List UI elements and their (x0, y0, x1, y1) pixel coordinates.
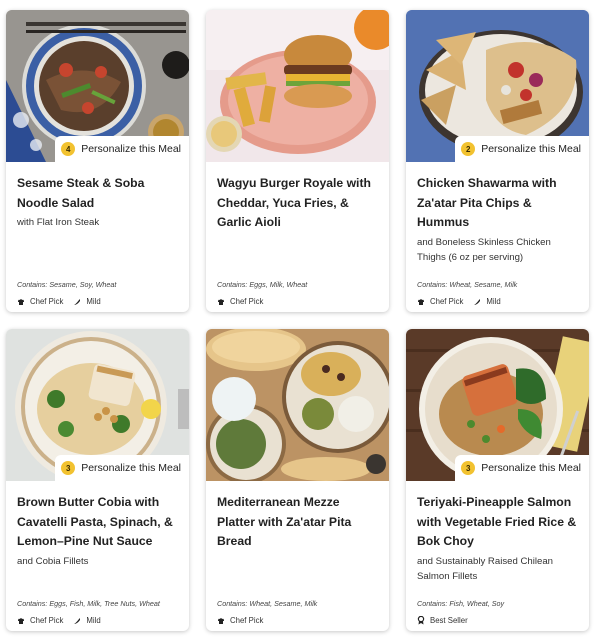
meal-card-mediterranean-mezze[interactable]: Mediterranean Mezze Platter with Za'atar… (206, 329, 389, 631)
allergen-info: Contains: Wheat, Sesame, Milk (217, 599, 318, 608)
chili-icon (74, 298, 81, 305)
meal-subtitle: with Flat Iron Steak (17, 217, 100, 228)
allergen-info: Contains: Sesame, Soy, Wheat (17, 280, 117, 289)
personalize-count-badge: 2 (461, 142, 476, 156)
tag-label: Mild (86, 297, 101, 306)
allergen-info: Contains: Eggs, Fish, Milk, Tree Nuts, W… (17, 599, 160, 608)
personalize-label: Personalize this Meal (81, 143, 181, 155)
meal-title[interactable]: Chicken Shawarma with Za'atar Pita Chips… (417, 174, 579, 265)
meal-title[interactable]: Brown Butter Cobia with Cavatelli Pasta,… (17, 493, 179, 569)
chili-icon (74, 617, 81, 624)
chef-hat-icon (218, 617, 224, 624)
tag-label: Chef Pick (230, 616, 264, 625)
chef-hat-icon (18, 617, 24, 624)
personalize-meal-button[interactable]: 3 Personalize this Meal (55, 455, 189, 481)
meal-photo (206, 329, 389, 481)
meal-title-text: Chicken Shawarma with Za'atar Pita Chips… (417, 176, 557, 229)
meal-title-text: Brown Butter Cobia with Cavatelli Pasta,… (17, 495, 173, 548)
meal-title[interactable]: Sesame Steak & Soba Noodle Salad with Fl… (17, 174, 179, 230)
meal-title[interactable]: Wagyu Burger Royale with Cheddar, Yuca F… (217, 174, 379, 233)
meal-title-text: Mediterranean Mezze Platter with Za'atar… (217, 495, 352, 548)
meal-card-chicken-shawarma[interactable]: 2 Personalize this Meal Chicken Shawarma… (406, 10, 589, 312)
tag-chef-pick: Chef Pick (217, 297, 263, 306)
ribbon-icon (417, 616, 425, 625)
tag-label: Chef Pick (30, 616, 64, 625)
meal-title[interactable]: Mediterranean Mezze Platter with Za'atar… (217, 493, 379, 552)
meal-card-brown-butter-cobia[interactable]: 3 Personalize this Meal Brown Butter Cob… (6, 329, 189, 631)
allergen-info: Contains: Eggs, Milk, Wheat (217, 280, 308, 289)
tag-best-seller: Best Seller (417, 616, 468, 625)
tag-mild: Mild (473, 297, 501, 306)
meal-card-wagyu-burger[interactable]: Wagyu Burger Royale with Cheddar, Yuca F… (206, 10, 389, 312)
chef-hat-icon (218, 298, 224, 305)
meal-title[interactable]: Teriyaki-Pineapple Salmon with Vegetable… (417, 493, 579, 584)
meal-photo (206, 10, 389, 162)
tag-label: Chef Pick (230, 297, 264, 306)
personalize-count-badge: 3 (61, 461, 76, 475)
personalize-meal-button[interactable]: 3 Personalize this Meal (455, 455, 589, 481)
personalize-count-badge: 4 (61, 142, 76, 156)
meal-tags: Best Seller (417, 616, 478, 625)
meal-title-text: Teriyaki-Pineapple Salmon with Vegetable… (417, 495, 577, 548)
meal-card-sesame-steak[interactable]: 4 Personalize this Meal Sesame Steak & S… (6, 10, 189, 312)
allergen-info: Contains: Wheat, Sesame, Milk (417, 280, 518, 289)
meal-subtitle: and Cobia Fillets (17, 555, 89, 567)
tag-chef-pick: Chef Pick (217, 616, 263, 625)
meal-title-text: Wagyu Burger Royale with Cheddar, Yuca F… (217, 176, 371, 229)
meal-tags: Chef Pick Mild (17, 297, 111, 306)
meal-subtitle: and Sustainably Raised Chilean Salmon Fi… (417, 555, 553, 582)
personalize-meal-button[interactable]: 4 Personalize this Meal (55, 136, 189, 162)
tag-label: Chef Pick (430, 297, 464, 306)
tag-label: Mild (486, 297, 501, 306)
tag-mild: Mild (73, 297, 101, 306)
meal-subtitle: and Boneless Skinless Chicken Thighs (6 … (417, 236, 551, 263)
tag-label: Mild (86, 616, 101, 625)
allergen-info: Contains: Fish, Wheat, Soy (417, 599, 505, 608)
meal-tags: Chef Pick Mild (417, 297, 511, 306)
personalize-count-badge: 3 (461, 461, 476, 475)
meal-tags: Chef Pick Mild (17, 616, 111, 625)
personalize-label: Personalize this Meal (481, 143, 581, 155)
meal-card-teriyaki-salmon[interactable]: 3 Personalize this Meal Teriyaki-Pineapp… (406, 329, 589, 631)
chili-icon (474, 298, 481, 305)
chef-hat-icon (418, 298, 424, 305)
tag-chef-pick: Chef Pick (17, 297, 63, 306)
personalize-label: Personalize this Meal (481, 462, 581, 474)
tag-mild: Mild (73, 616, 101, 625)
personalize-meal-button[interactable]: 2 Personalize this Meal (455, 136, 589, 162)
chef-hat-icon (18, 298, 24, 305)
tag-chef-pick: Chef Pick (17, 616, 63, 625)
tag-label: Best Seller (430, 616, 468, 625)
personalize-label: Personalize this Meal (81, 462, 181, 474)
meal-tags: Chef Pick (217, 297, 273, 306)
tag-chef-pick: Chef Pick (417, 297, 463, 306)
meal-title-text: Sesame Steak & Soba Noodle Salad (17, 176, 145, 210)
tag-label: Chef Pick (30, 297, 64, 306)
meal-tags: Chef Pick (217, 616, 273, 625)
